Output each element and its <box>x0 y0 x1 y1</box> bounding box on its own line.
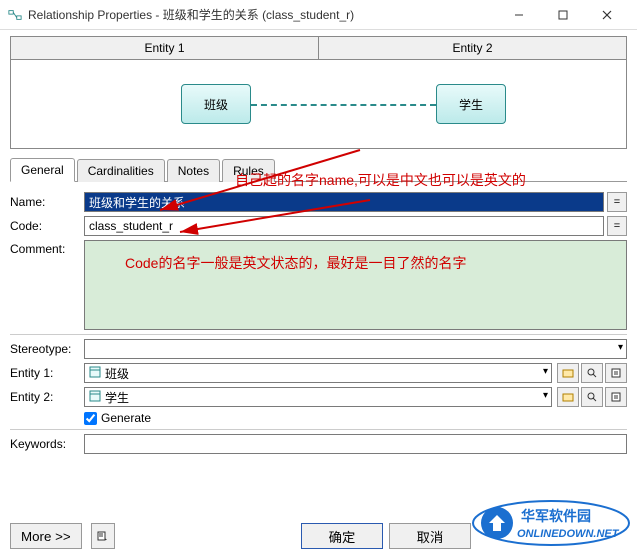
svg-text:华军软件园: 华军软件园 <box>521 508 591 524</box>
entity2-row: Entity 2: 学生 ▾ <box>10 387 627 407</box>
name-row: Name: = <box>10 192 627 212</box>
name-label: Name: <box>10 195 84 209</box>
stereotype-row: Stereotype: ▾ <box>10 339 627 359</box>
code-input[interactable] <box>84 216 604 236</box>
maximize-button[interactable] <box>541 0 585 30</box>
cancel-button[interactable]: 取消 <box>389 523 471 549</box>
window-buttons <box>497 0 629 30</box>
chevron-down-icon: ▾ <box>543 366 548 377</box>
entity2-select[interactable]: 学生 ▾ <box>84 387 552 407</box>
more-button[interactable]: More >> <box>10 523 82 549</box>
tab-cardinalities[interactable]: Cardinalities <box>77 159 165 182</box>
annotation-code: Code的名字一般是英文状态的，最好是一目了然的名字 <box>125 254 585 274</box>
entity2-label: Entity 2: <box>10 390 84 404</box>
entity2-value: 学生 <box>105 389 129 406</box>
entity1-label: Entity 1: <box>10 366 84 380</box>
entity1-row: Entity 1: 班级 ▾ <box>10 363 627 383</box>
entity1-buttons <box>555 363 627 383</box>
tab-general[interactable]: General <box>10 158 75 182</box>
ok-button[interactable]: 确定 <box>301 523 383 549</box>
code-sync-button[interactable]: = <box>607 216 627 236</box>
entity-canvas: 班级 学生 <box>11 60 626 148</box>
svg-text:ONLINEDOWN.NET: ONLINEDOWN.NET <box>517 528 620 540</box>
entity2-browse-button[interactable] <box>557 387 579 407</box>
minimize-button[interactable] <box>497 0 541 30</box>
table-icon <box>89 366 101 381</box>
entity2-box: 学生 <box>436 84 506 124</box>
watermark-logo: 华军软件园 ONLINEDOWN.NET <box>471 499 631 547</box>
entity2-header: Entity 2 <box>319 37 626 59</box>
name-sync-button[interactable]: = <box>607 192 627 212</box>
chevron-down-icon: ▾ <box>543 390 548 401</box>
comment-label: Comment: <box>10 240 84 256</box>
entity2-props-button[interactable] <box>605 387 627 407</box>
generate-label: Generate <box>101 411 151 425</box>
entity2-find-button[interactable] <box>581 387 603 407</box>
entity1-find-button[interactable] <box>581 363 603 383</box>
entity-header-row: Entity 1 Entity 2 <box>11 37 626 60</box>
entity1-box: 班级 <box>181 84 251 124</box>
annotation-name: 自己起的名字name,可以是中文也可以是英文的 <box>235 171 605 191</box>
entity2-buttons <box>555 387 627 407</box>
chevron-down-icon: ▾ <box>618 342 623 353</box>
title-bar: Relationship Properties - 班级和学生的关系 (clas… <box>0 0 637 30</box>
name-input[interactable] <box>84 192 604 212</box>
code-label: Code: <box>10 219 84 233</box>
entity1-header: Entity 1 <box>11 37 319 59</box>
keywords-row: Keywords: <box>10 434 627 454</box>
menu-button[interactable] <box>91 523 115 549</box>
generate-row: Generate <box>84 411 627 425</box>
app-icon <box>8 8 22 22</box>
window-title: Relationship Properties - 班级和学生的关系 (clas… <box>28 6 497 23</box>
generate-checkbox[interactable] <box>84 412 97 425</box>
stereotype-label: Stereotype: <box>10 342 84 356</box>
keywords-input[interactable] <box>84 434 627 454</box>
entity1-value: 班级 <box>105 365 129 382</box>
keywords-label: Keywords: <box>10 437 84 451</box>
tab-notes[interactable]: Notes <box>167 159 220 182</box>
divider-1 <box>10 334 627 335</box>
entity-diagram-panel: Entity 1 Entity 2 班级 学生 <box>10 36 627 149</box>
close-button[interactable] <box>585 0 629 30</box>
entity1-select[interactable]: 班级 ▾ <box>84 363 552 383</box>
entity1-props-button[interactable] <box>605 363 627 383</box>
stereotype-select[interactable]: ▾ <box>84 339 627 359</box>
code-row: Code: = <box>10 216 627 236</box>
entity1-browse-button[interactable] <box>557 363 579 383</box>
divider-2 <box>10 429 627 430</box>
table-icon <box>89 390 101 405</box>
relationship-link <box>251 104 436 106</box>
general-form: Name: = Code: = Comment: Stereotype: ▾ E… <box>10 188 627 454</box>
